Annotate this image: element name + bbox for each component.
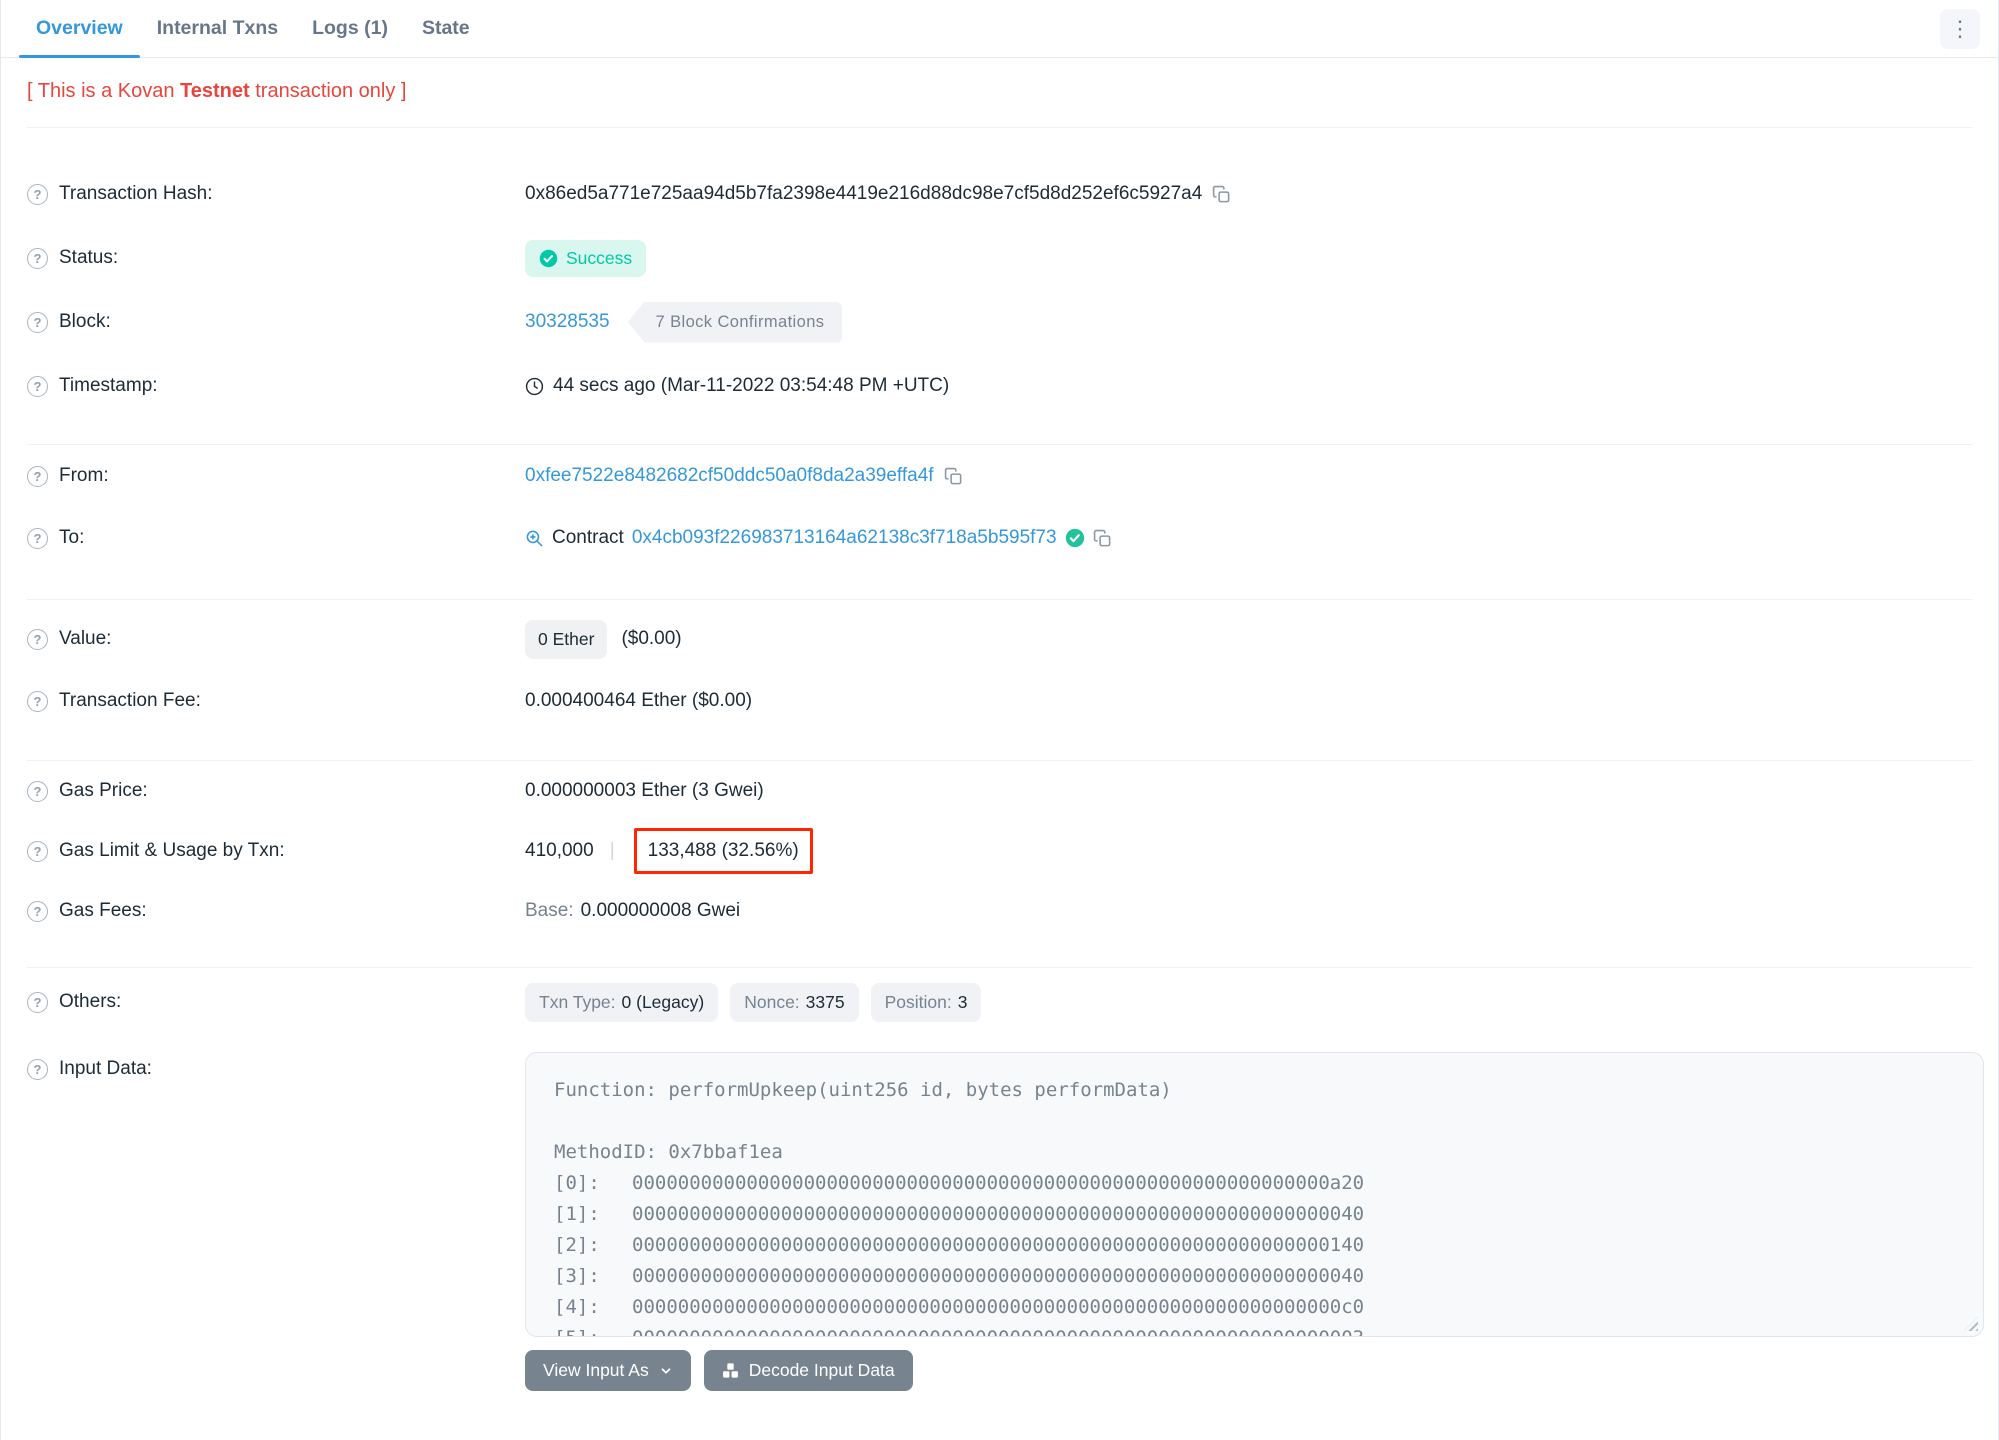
row-timestamp: ? Timestamp: 44 secs ago (Mar-11-2022 03… bbox=[27, 354, 1972, 418]
block-confirmations-badge: 7 Block Confirmations bbox=[627, 301, 843, 343]
nonce-badge: Nonce: 3375 bbox=[730, 982, 859, 1022]
clock-icon bbox=[525, 377, 544, 395]
gas-fees-base-label: Base: bbox=[525, 900, 574, 921]
block-label: Block: bbox=[59, 311, 111, 332]
row-block: ? Block: 30328535 7 Block Confirmations bbox=[27, 290, 1972, 354]
block-number-link[interactable]: 30328535 bbox=[525, 311, 610, 333]
input-data-box[interactable]: Function: performUpkeep(uint256 id, byte… bbox=[525, 1052, 1984, 1337]
transaction-hash-label: Transaction Hash: bbox=[59, 183, 213, 204]
value-label: Value: bbox=[59, 628, 112, 649]
input-param-line: [2]: 000000000000000000000000000000000000… bbox=[554, 1234, 1365, 1256]
status-badge: Success bbox=[525, 239, 647, 277]
help-icon[interactable]: ? bbox=[27, 183, 48, 205]
tab-internal-txns[interactable]: Internal Txns bbox=[140, 0, 295, 57]
gas-limit-value: 410,000 bbox=[525, 840, 594, 861]
gas-price-value: 0.000000003 Ether (3 Gwei) bbox=[525, 780, 764, 801]
input-methodid-line: MethodID: 0x7bbaf1ea bbox=[554, 1141, 783, 1163]
help-icon[interactable]: ? bbox=[27, 1058, 48, 1080]
verified-check-icon bbox=[1065, 528, 1084, 548]
resize-handle[interactable] bbox=[1964, 1317, 1978, 1331]
testnet-warning: [ This is a Kovan Testnet transaction on… bbox=[27, 80, 407, 102]
help-icon[interactable]: ? bbox=[27, 840, 48, 862]
tab-overview[interactable]: Overview bbox=[19, 0, 140, 58]
row-gas-price: ? Gas Price: 0.000000003 Ether (3 Gwei) bbox=[27, 761, 1972, 821]
gas-limit-usage-label: Gas Limit & Usage by Txn: bbox=[59, 840, 285, 861]
help-icon[interactable]: ? bbox=[27, 690, 48, 712]
help-icon[interactable]: ? bbox=[27, 247, 48, 269]
row-status: ? Status: Success bbox=[27, 226, 1972, 290]
transaction-details-card: Overview Internal Txns Logs (1) State ⋮ … bbox=[0, 0, 1999, 1440]
value-amount-badge: 0 Ether bbox=[525, 619, 608, 659]
others-label: Others: bbox=[59, 991, 122, 1012]
status-label: Status: bbox=[59, 247, 119, 268]
help-icon[interactable]: ? bbox=[27, 311, 48, 333]
kebab-menu-icon[interactable]: ⋮ bbox=[1940, 8, 1980, 49]
help-icon[interactable]: ? bbox=[27, 465, 48, 487]
separator: | bbox=[609, 840, 615, 861]
from-label: From: bbox=[59, 465, 109, 486]
tab-bar: Overview Internal Txns Logs (1) State ⋮ bbox=[1, 0, 1998, 58]
input-function-line: Function: performUpkeep(uint256 id, byte… bbox=[554, 1079, 1172, 1101]
row-gas-fees: ? Gas Fees: Base: 0.000000008 Gwei bbox=[27, 881, 1972, 941]
input-data-label: Input Data: bbox=[59, 1058, 152, 1079]
gas-fees-base-value: 0.000000008 Gwei bbox=[580, 900, 741, 921]
help-icon[interactable]: ? bbox=[27, 527, 48, 549]
input-param-line: [0]: 000000000000000000000000000000000000… bbox=[554, 1172, 1365, 1194]
timestamp-value: 44 secs ago (Mar-11-2022 03:54:48 PM +UT… bbox=[553, 375, 950, 396]
row-value: ? Value: 0 Ether ($0.00) bbox=[27, 608, 1972, 670]
gas-usage-value: 133,488 (32.56%) bbox=[647, 840, 799, 861]
view-input-as-button[interactable]: View Input As bbox=[525, 1350, 691, 1391]
row-gas-limit-usage: ? Gas Limit & Usage by Txn: 410,000 | 13… bbox=[27, 821, 1972, 881]
input-param-line: [1]: 000000000000000000000000000000000000… bbox=[554, 1203, 1365, 1225]
chevron-down-icon bbox=[661, 1367, 671, 1374]
help-icon[interactable]: ? bbox=[27, 780, 48, 802]
row-others: ? Others: Txn Type: 0 (Legacy) Nonce: 3375… bbox=[27, 970, 1972, 1034]
cubes-icon bbox=[722, 1363, 738, 1378]
to-address-link[interactable]: 0x4cb093f226983713164a62138c3f718a5b595f… bbox=[632, 527, 1057, 549]
row-input-data: ? Input Data: Function: performUpkeep(ui… bbox=[27, 1052, 1984, 1337]
gas-price-label: Gas Price: bbox=[59, 780, 148, 801]
copy-icon[interactable] bbox=[944, 467, 963, 486]
help-icon[interactable]: ? bbox=[27, 628, 48, 650]
row-from: ? From: 0xfee7522e8482682cf50ddc50a0f8da… bbox=[27, 445, 1972, 507]
check-circle-icon bbox=[539, 249, 558, 267]
from-address-link[interactable]: 0xfee7522e8482682cf50ddc50a0f8da2a39effa… bbox=[525, 465, 934, 487]
position-badge: Position: 3 bbox=[870, 982, 982, 1022]
tab-logs[interactable]: Logs (1) bbox=[295, 0, 405, 57]
txn-type-badge: Txn Type: 0 (Legacy) bbox=[525, 982, 719, 1022]
value-usd: ($0.00) bbox=[621, 628, 682, 649]
gas-fees-label: Gas Fees: bbox=[59, 900, 147, 921]
input-param-line: [3]: 000000000000000000000000000000000000… bbox=[554, 1265, 1365, 1287]
row-transaction-fee: ? Transaction Fee: 0.000400464 Ether ($0… bbox=[27, 670, 1972, 732]
row-transaction-hash: ? Transaction Hash: 0x86ed5a771e725aa94d… bbox=[27, 162, 1972, 226]
transaction-fee-value: 0.000400464 Ether ($0.00) bbox=[525, 690, 753, 711]
gas-usage-annotation-box: 133,488 (32.56%) bbox=[633, 828, 813, 874]
row-to: ? To: Contract 0x4cb093f226983713164a621… bbox=[27, 507, 1972, 569]
help-icon[interactable]: ? bbox=[27, 991, 48, 1013]
input-param-line: [5]:000000000000000000000000000000000000… bbox=[554, 1323, 1955, 1336]
to-label: To: bbox=[59, 527, 85, 548]
tab-state[interactable]: State bbox=[405, 0, 487, 57]
input-param-line: [4]: 000000000000000000000000000000000000… bbox=[554, 1296, 1365, 1318]
zoom-in-icon[interactable] bbox=[525, 529, 544, 548]
decode-input-data-button[interactable]: Decode Input Data bbox=[703, 1350, 913, 1391]
transaction-fee-label: Transaction Fee: bbox=[59, 690, 201, 711]
help-icon[interactable]: ? bbox=[27, 900, 48, 922]
copy-icon[interactable] bbox=[1093, 529, 1112, 548]
to-type: Contract bbox=[552, 527, 624, 548]
copy-icon[interactable] bbox=[1212, 185, 1231, 204]
transaction-hash-value: 0x86ed5a771e725aa94d5b7fa2398e4419e216d8… bbox=[525, 183, 1203, 204]
help-icon[interactable]: ? bbox=[27, 375, 48, 397]
timestamp-label: Timestamp: bbox=[59, 375, 158, 396]
